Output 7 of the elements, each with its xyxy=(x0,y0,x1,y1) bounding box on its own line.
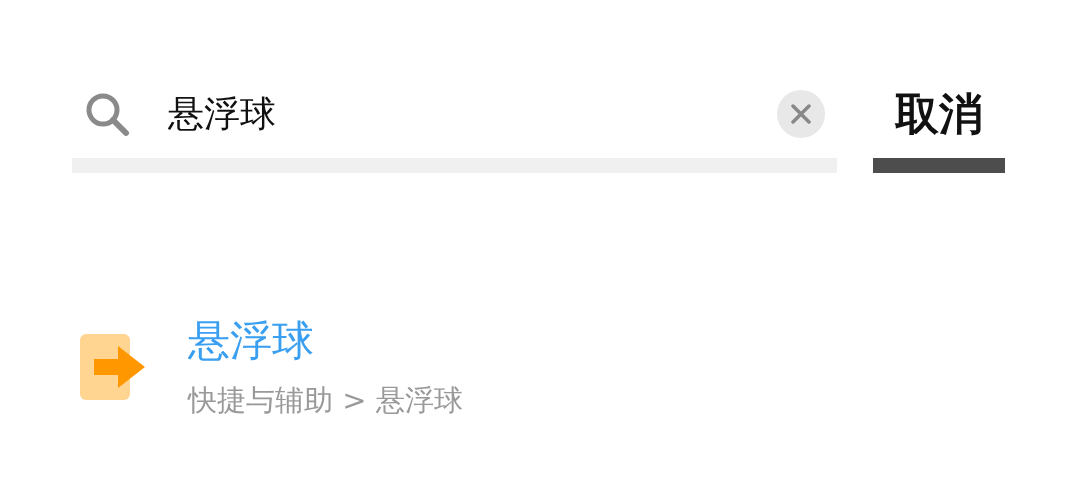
clear-button[interactable] xyxy=(777,90,825,138)
arrow-icon xyxy=(80,334,146,400)
result-path: 快捷与辅助 > 悬浮球 xyxy=(188,382,463,419)
search-field[interactable]: 悬浮球 xyxy=(168,93,777,135)
close-icon xyxy=(791,104,811,124)
cancel-button[interactable]: 取消 xyxy=(873,70,1005,173)
search-icon xyxy=(84,91,130,137)
